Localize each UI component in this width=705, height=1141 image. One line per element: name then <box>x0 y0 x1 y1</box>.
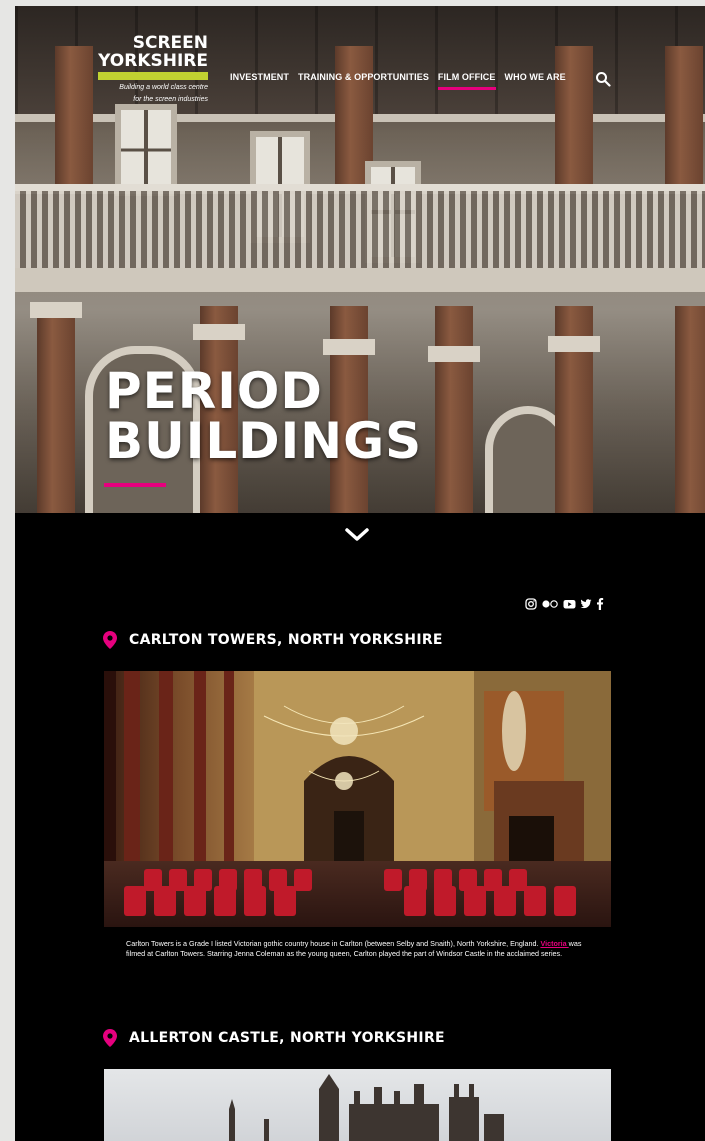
location-heading: CARLTON TOWERS, NORTH YORKSHIRE <box>103 631 443 649</box>
page-title-line2: BUILDINGS <box>105 412 423 470</box>
hero-column <box>675 306 705 513</box>
chevron-down-icon[interactable] <box>344 526 370 544</box>
social-links <box>525 598 604 610</box>
logo-accent-bar <box>98 72 208 80</box>
hero-capital <box>30 302 82 318</box>
youtube-icon[interactable] <box>563 598 576 610</box>
hero-balcony-base <box>15 268 705 292</box>
page: SCREEN YORKSHIRE Building a world class … <box>15 6 705 1141</box>
hero-banner: SCREEN YORKSHIRE Building a world class … <box>15 6 705 513</box>
hero-column <box>55 46 93 186</box>
twitter-icon[interactable] <box>580 598 592 610</box>
location-image-allerton-castle <box>104 1069 611 1141</box>
logo-tagline-line2: for the screen industries <box>133 96 208 103</box>
location-pin-icon <box>103 631 117 649</box>
hero-capital <box>428 346 480 362</box>
hero-capital <box>548 336 600 352</box>
location-title: ALLERTON CASTLE, NORTH YORKSHIRE <box>129 1030 445 1046</box>
title-underline <box>104 483 166 487</box>
logo-text-line2: YORKSHIRE <box>98 51 208 71</box>
brand-logo[interactable]: SCREEN YORKSHIRE Building a world class … <box>98 34 208 104</box>
location-image-carlton-towers <box>104 671 611 927</box>
search-icon[interactable] <box>595 71 611 87</box>
allerton-castle-photo <box>104 1069 611 1141</box>
location-heading: ALLERTON CASTLE, NORTH YORKSHIRE <box>103 1029 445 1047</box>
location-title: CARLTON TOWERS, NORTH YORKSHIRE <box>129 632 443 648</box>
caption-text-before: Carlton Towers is a Grade I listed Victo… <box>126 939 541 948</box>
page-title-line1: PERIOD <box>105 362 323 420</box>
hero-window <box>115 104 177 196</box>
flickr-icon[interactable] <box>541 598 559 610</box>
main-nav: INVESTMENT TRAINING & OPPORTUNITIES FILM… <box>230 72 566 90</box>
logo-text-line1: SCREEN <box>132 33 208 53</box>
hero-column <box>435 306 473 513</box>
instagram-icon[interactable] <box>525 598 537 610</box>
hero-column <box>555 46 593 186</box>
hero-capital <box>323 339 375 355</box>
location-caption: Carlton Towers is a Grade I listed Victo… <box>126 939 596 959</box>
hero-balcony <box>15 191 705 271</box>
victoria-link[interactable]: Victoria <box>540 939 568 948</box>
hero-capital <box>193 324 245 340</box>
location-pin-icon <box>103 1029 117 1047</box>
nav-item-who-we-are[interactable]: WHO WE ARE <box>505 72 566 86</box>
nav-item-investment[interactable]: INVESTMENT <box>230 72 289 86</box>
hero-column <box>37 306 75 513</box>
page-title: PERIOD BUILDINGS <box>105 366 422 466</box>
hero-column <box>665 46 703 186</box>
carlton-towers-photo <box>104 671 611 927</box>
nav-item-film-office[interactable]: FILM OFFICE <box>437 72 496 90</box>
nav-item-training-opportunities[interactable]: TRAINING & OPPORTUNITIES <box>298 72 429 86</box>
facebook-icon[interactable] <box>596 598 604 610</box>
logo-tagline-line1: Building a world class centre <box>119 84 208 91</box>
